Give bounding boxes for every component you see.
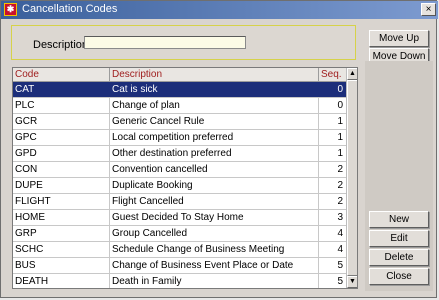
column-header-code[interactable]: Code — [13, 68, 110, 81]
cancellation-codes-window: ✱ Cancellation Codes × Description Code … — [0, 0, 438, 298]
table-row[interactable]: SCHC Schedule Change of Business Meeting 4 — [13, 242, 346, 258]
row-seq-cell: 0 — [337, 100, 343, 111]
title-bar: ✱ Cancellation Codes × — [1, 1, 438, 19]
window-title: Cancellation Codes — [22, 3, 118, 15]
table-row[interactable]: GPD Other destination preferred 1 — [13, 146, 346, 162]
row-description-cell: Change of Business Event Place or Date — [110, 258, 319, 273]
row-seq-cell: 1 — [337, 132, 343, 143]
new-button[interactable]: New — [369, 211, 429, 228]
row-seq-cell: 4 — [337, 228, 343, 239]
app-logo-icon: ✱ — [4, 3, 17, 16]
column-header-description[interactable]: Description — [110, 68, 319, 81]
row-seq-cell: 2 — [337, 180, 343, 191]
table-row[interactable]: DEATH Death in Family 5 — [13, 274, 346, 288]
scroll-down-arrow-icon[interactable]: ▼ — [347, 276, 357, 288]
row-code-cell: SCHC — [13, 242, 110, 257]
row-code-cell: CAT — [13, 82, 110, 97]
row-description-cell: Group Cancelled — [110, 226, 319, 241]
vertical-scrollbar[interactable]: ▲ ▼ — [346, 68, 357, 288]
row-seq-cell: 1 — [337, 148, 343, 159]
table-header: Code Description Seq. — [13, 68, 346, 82]
row-code-cell: PLC — [13, 98, 110, 113]
table-row[interactable]: PLC Change of plan 0 — [13, 98, 346, 114]
table-row[interactable]: GCR Generic Cancel Rule 1 — [13, 114, 346, 130]
edit-button[interactable]: Edit — [369, 230, 429, 247]
row-description-cell: Death in Family — [110, 274, 319, 288]
table-row[interactable]: CON Convention cancelled 2 — [13, 162, 346, 178]
table-row[interactable]: GPC Local competition preferred 1 — [13, 130, 346, 146]
row-seq-cell: 5 — [337, 276, 343, 287]
row-code-cell: CON — [13, 162, 110, 177]
scrollbar-thumb[interactable] — [347, 80, 357, 276]
row-seq-cell: 4 — [337, 244, 343, 255]
row-description-cell: Guest Decided To Stay Home — [110, 210, 319, 225]
move-up-button[interactable]: Move Up — [369, 30, 429, 47]
row-seq-cell: 0 — [337, 84, 343, 95]
close-button[interactable]: Close — [369, 268, 429, 285]
description-input[interactable] — [84, 36, 246, 49]
row-code-cell: GRP — [13, 226, 110, 241]
row-description-cell: Generic Cancel Rule — [110, 114, 319, 129]
search-panel: Description — [11, 25, 356, 60]
window-close-button[interactable]: × — [421, 3, 436, 16]
row-description-cell: Change of plan — [110, 98, 319, 113]
row-code-cell: DEATH — [13, 274, 110, 288]
row-code-cell: GCR — [13, 114, 110, 129]
table-row[interactable]: HOME Guest Decided To Stay Home 3 — [13, 210, 346, 226]
row-description-cell: Flight Cancelled — [110, 194, 319, 209]
row-seq-cell: 2 — [337, 196, 343, 207]
table-row[interactable]: FLIGHT Flight Cancelled 2 — [13, 194, 346, 210]
codes-table: Code Description Seq. CAT Cat is sick 0 PLC… — [12, 67, 358, 289]
table-row[interactable]: BUS Change of Business Event Place or Dat… — [13, 258, 346, 274]
row-code-cell: BUS — [13, 258, 110, 273]
description-label: Description — [33, 39, 89, 51]
table-row[interactable]: DUPE Duplicate Booking 2 — [13, 178, 346, 194]
row-code-cell: HOME — [13, 210, 110, 225]
row-description-cell: Schedule Change of Business Meeting — [110, 242, 319, 257]
row-description-cell: Other destination preferred — [110, 146, 319, 161]
row-code-cell: DUPE — [13, 178, 110, 193]
row-description-cell: Duplicate Booking — [110, 178, 319, 193]
column-header-seq[interactable]: Seq. — [319, 68, 346, 81]
delete-button[interactable]: Delete — [369, 249, 429, 266]
row-description-cell: Cat is sick — [110, 82, 319, 97]
row-code-cell: FLIGHT — [13, 194, 110, 209]
scroll-up-arrow-icon[interactable]: ▲ — [347, 68, 357, 80]
row-code-cell: GPD — [13, 146, 110, 161]
row-seq-cell: 1 — [337, 116, 343, 127]
table-row[interactable]: GRP Group Cancelled 4 — [13, 226, 346, 242]
row-code-cell: GPC — [13, 130, 110, 145]
row-description-cell: Convention cancelled — [110, 162, 319, 177]
row-seq-cell: 3 — [337, 212, 343, 223]
row-description-cell: Local competition preferred — [110, 130, 319, 145]
row-seq-cell: 5 — [337, 260, 343, 271]
row-seq-cell: 2 — [337, 164, 343, 175]
table-row[interactable]: CAT Cat is sick 0 — [13, 82, 346, 98]
